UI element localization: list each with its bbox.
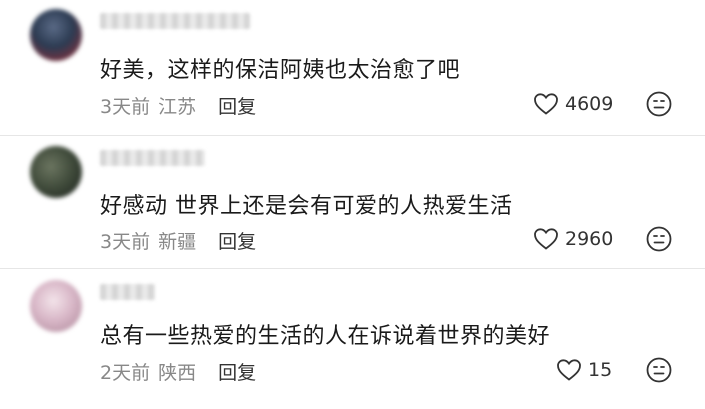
comment-meta: 3天前 新疆 回复 — [100, 227, 264, 254]
avatar[interactable] — [30, 146, 82, 198]
comment-text: 总有一些热爱的生活的人在诉说着世界的美好 — [100, 324, 551, 349]
heart-icon — [557, 359, 581, 381]
comment-location: 陕西 — [158, 362, 197, 384]
comment-location: 江苏 — [158, 96, 197, 118]
like-count: 4609 — [565, 93, 614, 115]
divider — [0, 135, 705, 136]
comment-text: 好感动 世界上还是会有可爱的人热爱生活 — [100, 194, 513, 219]
username-blurred[interactable] — [100, 284, 155, 300]
comment-time: 3天前 — [100, 231, 151, 253]
like-count: 15 — [588, 359, 613, 381]
comment-time: 3天前 — [100, 96, 151, 118]
comment-time: 2天前 — [100, 362, 151, 384]
avatar[interactable] — [30, 9, 82, 61]
smiley-face-icon — [646, 226, 672, 252]
divider — [0, 268, 705, 269]
comment-text: 好美，这样的保洁阿姨也太治愈了吧 — [100, 58, 461, 83]
reply-button[interactable]: 回复 — [218, 231, 256, 253]
username-blurred[interactable] — [100, 150, 205, 166]
comment-meta: 2天前 陕西 回复 — [100, 358, 264, 385]
like-count: 2960 — [565, 228, 614, 250]
comment-meta: 3天前 江苏 回复 — [100, 92, 264, 119]
reply-button[interactable]: 回复 — [218, 362, 256, 384]
smiley-face-icon — [646, 357, 672, 383]
username-blurred[interactable] — [100, 13, 250, 29]
avatar[interactable] — [30, 280, 82, 332]
smiley-face-icon — [646, 91, 672, 117]
like-button[interactable]: 2960 — [533, 227, 613, 251]
emoji-reaction-button[interactable] — [645, 90, 673, 122]
like-button[interactable]: 15 — [556, 358, 612, 382]
comment-location: 新疆 — [158, 231, 197, 253]
like-button[interactable]: 4609 — [533, 92, 613, 116]
heart-icon — [534, 228, 558, 250]
emoji-reaction-button[interactable] — [645, 225, 673, 257]
heart-icon — [534, 93, 558, 115]
emoji-reaction-button[interactable] — [645, 356, 673, 388]
reply-button[interactable]: 回复 — [218, 96, 256, 118]
